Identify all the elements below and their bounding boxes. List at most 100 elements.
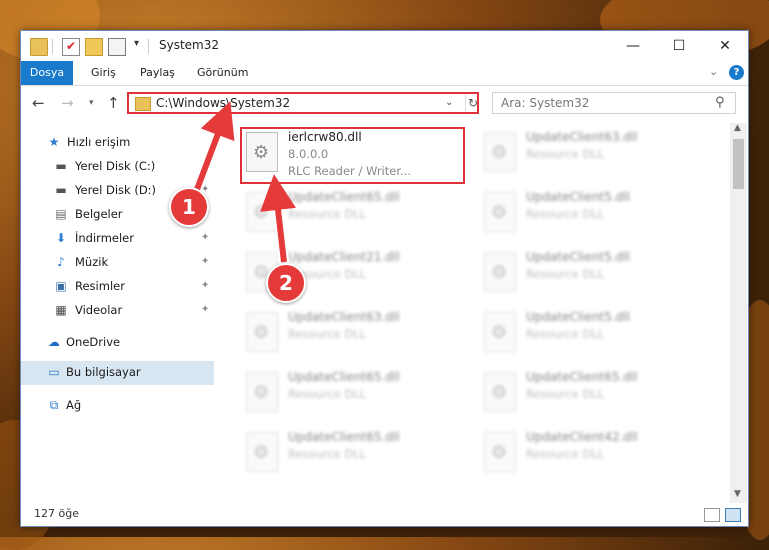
gear-icon: ⚙ [253,202,270,223]
network-icon: ⧉ [49,398,59,412]
details-view-icon[interactable] [704,508,720,522]
back-arrow-icon[interactable]: ← [32,94,45,112]
sidebar-item-music[interactable]: ♪ Müzik ✦ [21,251,214,275]
highlight-frame [240,127,465,184]
minimize-button[interactable]: — [610,31,656,61]
gear-icon: ⚙ [491,262,508,283]
expand-ribbon-icon[interactable]: ⌄ [709,65,718,78]
sidebar-item-label: Hızlı erişim [67,135,131,149]
download-icon: ⬇ [55,231,67,245]
sidebar-item-pictures[interactable]: ▣ Resimler ✦ [21,275,214,299]
file-description: Resource DLL [288,447,367,461]
chevron-down-icon[interactable]: ⌄ [445,97,453,108]
scroll-down-icon[interactable]: ▼ [734,489,741,499]
sidebar-item-onedrive[interactable]: ☁ OneDrive [21,331,214,355]
file-item[interactable]: ⚙ UpdateClient5.dll Resource DLL [478,247,698,297]
gear-icon: ⚙ [491,142,508,163]
file-description: Resource DLL [526,207,605,221]
gear-icon: ⚙ [491,442,508,463]
file-item[interactable]: ⚙ UpdateClient65.dll Resource DLL [478,367,698,417]
file-name: UpdateClient65.dll [526,370,638,384]
computer-icon: ▭ [48,365,60,379]
up-arrow-icon[interactable]: ↑ [107,94,120,112]
status-bar: 127 öğe [21,503,748,526]
close-button[interactable]: ✕ [702,31,748,61]
customize-toolbar-icon[interactable] [108,38,126,56]
recent-locations-icon[interactable]: ▾ [89,98,94,108]
sidebar-item-label: Yerel Disk (D:) [75,183,157,197]
file-description: Resource DLL [526,267,605,281]
pin-icon[interactable]: ✦ [201,304,209,315]
sidebar-item-label: OneDrive [66,335,121,349]
search-placeholder: Ara: System32 [501,96,590,110]
dll-file-icon: ⚙ [246,312,278,352]
tab-view[interactable]: Görünüm [197,61,248,85]
sidebar-item-label: İndirmeler [75,231,134,245]
dll-file-icon: ⚙ [484,432,516,472]
ribbon: Dosya Giriş Paylaş Görünüm ⌄ ? [21,61,748,86]
file-name: UpdateClient65.dll [288,430,400,444]
file-item[interactable]: ⚙ UpdateClient65.dll Resource DLL [240,187,460,237]
sidebar-item-label: Ağ [66,398,82,412]
gear-icon: ⚙ [253,442,270,463]
file-item[interactable]: ⚙ UpdateClient5.dll Resource DLL [478,307,698,357]
search-input[interactable]: Ara: System32 ⚲ [492,92,736,114]
pin-icon[interactable]: ✦ [201,232,209,243]
file-name: UpdateClient5.dll [526,310,630,324]
tab-share[interactable]: Paylaş [140,61,175,85]
gear-icon: ⚙ [491,322,508,343]
vertical-scrollbar[interactable]: ▲ ▼ [730,123,747,503]
address-bar[interactable]: C:\Windows\System32 ⌄ ↻ [127,92,479,114]
star-icon: ★ [48,135,60,149]
sidebar-item-label: Bu bilgisayar [66,365,141,379]
refresh-icon[interactable]: ↻ [465,94,480,112]
folder-icon [30,38,48,56]
sidebar-item-label: Yerel Disk (C:) [75,159,156,173]
search-icon[interactable]: ⚲ [715,95,725,110]
tab-home[interactable]: Giriş [91,61,116,85]
file-item[interactable]: ⚙ UpdateClient63.dll Resource DLL [240,307,460,357]
tiles-view-icon[interactable] [725,508,741,522]
sidebar-item-disk-c[interactable]: ▬ Yerel Disk (C:) [21,155,214,179]
file-name: UpdateClient63.dll [526,130,638,144]
sidebar-item-this-pc[interactable]: ▭ Bu bilgisayar [21,361,214,385]
sidebar-item-label: Müzik [75,255,109,269]
drive-icon: ▬ [55,183,67,197]
tab-file[interactable]: Dosya [21,61,73,85]
chevron-down-icon[interactable]: ▾ [134,38,139,49]
pictures-icon: ▣ [55,279,67,293]
new-folder-icon[interactable] [85,38,103,56]
file-item[interactable]: ⚙ UpdateClient65.dll Resource DLL [240,367,460,417]
file-name: UpdateClient65.dll [288,190,400,204]
scroll-up-icon[interactable]: ▲ [734,123,741,133]
callout-badge-2: 2 [266,263,306,303]
dll-file-icon: ⚙ [484,372,516,412]
file-item[interactable]: ⚙ UpdateClient65.dll Resource DLL [240,427,460,477]
callout-badge-1: 1 [169,187,209,227]
sidebar-item-videos[interactable]: ▦ Videolar ✦ [21,299,214,323]
maximize-button[interactable]: ☐ [656,31,702,61]
sidebar-item-quick-access[interactable]: ★ Hızlı erişim [21,131,214,155]
folder-icon [135,97,151,111]
file-item[interactable]: ⚙ UpdateClient42.dll Resource DLL [478,427,698,477]
file-item[interactable]: ⚙ UpdateClient5.dll Resource DLL [478,187,698,237]
sidebar-item-downloads[interactable]: ⬇ İndirmeler ✦ [21,227,214,251]
pin-icon[interactable]: ✦ [201,280,209,291]
forward-arrow-icon[interactable]: → [61,94,74,112]
file-description: Resource DLL [288,387,367,401]
file-item[interactable]: ⚙ UpdateClient63.dll Resource DLL [478,127,698,177]
file-name: UpdateClient65.dll [288,370,400,384]
file-name: UpdateClient21.dll [288,250,400,264]
pin-icon[interactable]: ✦ [201,256,209,267]
dll-file-icon: ⚙ [246,192,278,232]
address-path[interactable]: C:\Windows\System32 [156,96,290,110]
sidebar-item-label: Resimler [75,279,125,293]
file-description: Resource DLL [526,147,605,161]
scroll-thumb[interactable] [733,139,744,189]
explorer-window: ✔ ▾ System32 — ☐ ✕ Dosya Giriş Paylaş Gö… [20,30,749,527]
help-icon[interactable]: ? [729,65,744,80]
title-bar: ✔ ▾ System32 — ☐ ✕ [21,31,748,61]
sidebar-item-network[interactable]: ⧉ Ağ [21,394,214,418]
file-description: Resource DLL [526,447,605,461]
properties-check-icon[interactable]: ✔ [62,38,80,56]
